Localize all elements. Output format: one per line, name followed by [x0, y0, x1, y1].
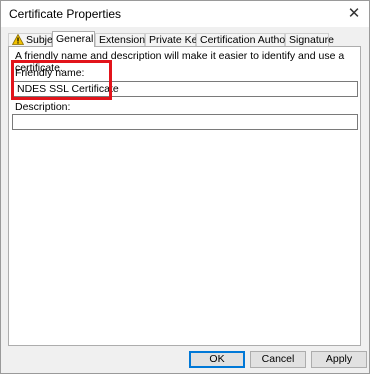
- cancel-button[interactable]: Cancel: [250, 351, 306, 368]
- friendly-name-label: Friendly name:: [15, 67, 85, 79]
- tab-extensions-label: Extensions: [99, 34, 151, 46]
- apply-button[interactable]: Apply: [311, 351, 367, 368]
- warning-icon: [12, 34, 24, 45]
- tab-private-key-label: Private Key: [149, 34, 203, 46]
- friendly-name-input[interactable]: NDES SSL Certificate: [12, 81, 358, 97]
- tab-subject[interactable]: Subject: [8, 33, 61, 46]
- certificate-properties-dialog: Certificate Properties ✕ Subject General…: [0, 0, 370, 374]
- tab-strip: Subject General Extensions Private Key C…: [8, 31, 368, 47]
- tab-certification-authority[interactable]: Certification Authority: [196, 33, 299, 46]
- window-title: Certificate Properties: [9, 7, 122, 21]
- description-label: Description:: [15, 101, 71, 113]
- title-bar: Certificate Properties ✕: [1, 1, 369, 27]
- close-icon[interactable]: ✕: [339, 1, 369, 27]
- tab-general[interactable]: General: [52, 31, 95, 47]
- description-input[interactable]: [12, 114, 358, 130]
- tab-extensions[interactable]: Extensions: [95, 33, 150, 46]
- tab-signature[interactable]: Signature: [285, 33, 334, 46]
- ok-button[interactable]: OK: [189, 351, 245, 368]
- tab-general-label: General: [56, 33, 94, 45]
- tab-signature-label: Signature: [289, 34, 334, 46]
- tab-private-key[interactable]: Private Key: [145, 33, 203, 46]
- general-tab-panel: A friendly name and description will mak…: [8, 46, 361, 346]
